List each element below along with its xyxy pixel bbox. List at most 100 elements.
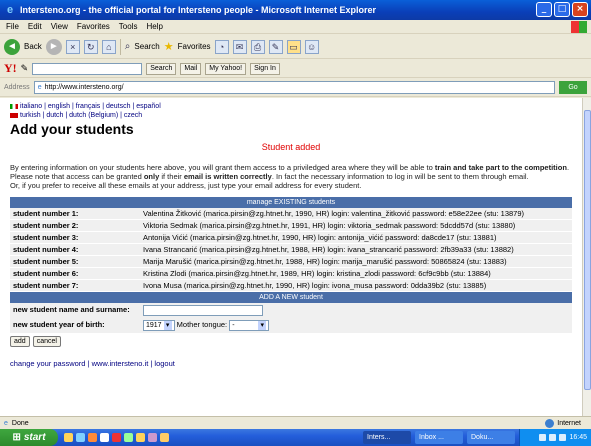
print-icon[interactable]: ⎙ bbox=[250, 39, 265, 54]
form-buttons: add cancel bbox=[10, 336, 572, 347]
refresh-icon[interactable]: ↻ bbox=[83, 39, 98, 54]
home-icon[interactable]: ⌂ bbox=[101, 39, 116, 54]
italy-flag-icon bbox=[10, 103, 18, 109]
quicklaunch-icon[interactable] bbox=[112, 433, 121, 442]
stop-icon[interactable]: × bbox=[65, 39, 80, 54]
go-button[interactable]: Go bbox=[559, 81, 587, 94]
intro-3: Or, if you prefer to receive all these e… bbox=[10, 181, 362, 190]
dropdown-arrow-icon: ▾ bbox=[258, 321, 267, 330]
birth-year-value: 1917 bbox=[146, 322, 162, 329]
site-link[interactable]: www.intersteno.it bbox=[92, 359, 149, 368]
student-label: student number 5: bbox=[10, 255, 140, 268]
my-yahoo-button[interactable]: My Yahoo! bbox=[205, 62, 247, 75]
student-name-input[interactable] bbox=[143, 305, 263, 316]
tray-icon[interactable] bbox=[549, 434, 557, 441]
menu-file[interactable]: File bbox=[6, 22, 19, 31]
change-password-link[interactable]: change your password bbox=[10, 359, 85, 368]
address-url: http://www.intersteno.org/ bbox=[44, 84, 124, 91]
task-intersteno[interactable]: Inters... bbox=[363, 431, 411, 444]
back-arrow-icon[interactable]: ◄ bbox=[4, 38, 20, 55]
logout-link[interactable]: logout bbox=[154, 359, 174, 368]
student-label: student number 1: bbox=[10, 208, 140, 220]
student-row: student number 1: Valentina Žitković (mar… bbox=[10, 208, 572, 220]
messenger-icon[interactable]: ☺ bbox=[304, 39, 319, 54]
yahoo-mail-button[interactable]: Mail bbox=[180, 62, 202, 75]
student-info: Kristina Zlodi (marica.pirsin@zg.htnet.h… bbox=[140, 267, 572, 280]
task-inbox[interactable]: Inbox ... bbox=[415, 431, 463, 444]
yahoo-signin-button[interactable]: Sign In bbox=[250, 62, 280, 75]
ie-window: e Intersteno.org - the official portal f… bbox=[0, 0, 591, 446]
status-message: Student added bbox=[261, 142, 321, 152]
search-label[interactable]: Search bbox=[134, 42, 159, 51]
yahoo-search-button[interactable]: Search bbox=[146, 62, 177, 75]
quicklaunch-icon[interactable] bbox=[136, 433, 145, 442]
maximize-button[interactable]: □ bbox=[554, 2, 570, 17]
menu-help[interactable]: Help bbox=[146, 22, 162, 31]
quicklaunch-icon[interactable] bbox=[88, 433, 97, 442]
search-icon[interactable]: ⌕ bbox=[125, 41, 131, 52]
pencil-icon[interactable]: ✎ bbox=[21, 63, 29, 74]
mail-icon[interactable]: ✉ bbox=[232, 39, 247, 54]
student-info: Ivana Strancarić (marica.pirsin@zg.htnet… bbox=[140, 243, 572, 256]
menu-favorites[interactable]: Favorites bbox=[77, 22, 110, 31]
add-button[interactable]: add bbox=[10, 336, 30, 347]
forward-arrow-icon[interactable]: ► bbox=[45, 38, 62, 55]
scrollbar-thumb[interactable] bbox=[584, 110, 591, 390]
tray-icon[interactable] bbox=[539, 434, 547, 441]
quicklaunch-icon[interactable] bbox=[64, 433, 73, 442]
zone-indicator: Internet bbox=[545, 418, 581, 428]
system-tray: 16:45 bbox=[519, 429, 591, 446]
yahoo-logo[interactable]: Y! bbox=[4, 61, 17, 76]
minimize-button[interactable]: _ bbox=[536, 2, 552, 17]
vertical-scrollbar[interactable] bbox=[582, 98, 591, 416]
mother-tongue-select[interactable]: - ▾ bbox=[229, 320, 270, 331]
menu-edit[interactable]: Edit bbox=[28, 22, 42, 31]
start-button[interactable]: ⊞ start bbox=[0, 429, 58, 446]
clock: 16:45 bbox=[569, 434, 587, 441]
folder-icon[interactable]: ▭ bbox=[286, 39, 301, 54]
student-label: student number 7: bbox=[10, 279, 140, 292]
intro-text: By entering information on your students… bbox=[10, 163, 572, 190]
quicklaunch-icon[interactable] bbox=[160, 433, 169, 442]
edit-icon[interactable]: ✎ bbox=[268, 39, 283, 54]
address-input[interactable]: e http://www.intersteno.org/ bbox=[33, 81, 555, 94]
yahoo-search-input[interactable] bbox=[32, 62, 143, 75]
birth-year-select[interactable]: 1917 ▾ bbox=[143, 320, 175, 331]
cancel-button[interactable]: cancel bbox=[32, 336, 61, 347]
student-row: student number 7: Ivona Musa (marica.pirs… bbox=[10, 279, 572, 292]
language-line-1[interactable]: italiano | english | français | deutsch … bbox=[10, 102, 572, 111]
quicklaunch-icon[interactable] bbox=[100, 433, 109, 442]
back-label[interactable]: Back bbox=[24, 42, 42, 51]
tray-icon[interactable] bbox=[559, 434, 567, 441]
language-line-2[interactable]: turkish | dutch | dutch (Belgium) | czec… bbox=[10, 111, 572, 120]
student-label: student number 3: bbox=[10, 231, 140, 244]
quicklaunch-icon[interactable] bbox=[76, 433, 85, 442]
status-bar: e Done Internet bbox=[0, 416, 591, 429]
student-label: student number 4: bbox=[10, 243, 140, 256]
menu-view[interactable]: View bbox=[51, 22, 68, 31]
quicklaunch-icon[interactable] bbox=[148, 433, 157, 442]
quicklaunch-icon[interactable] bbox=[124, 433, 133, 442]
name-label: new student name and surname: bbox=[13, 305, 130, 314]
tongue-label: Mother tongue: bbox=[176, 320, 228, 329]
student-row: student number 6: Kristina Zlodi (marica.… bbox=[10, 267, 572, 280]
menu-tools[interactable]: Tools bbox=[119, 22, 138, 31]
page-icon: e bbox=[37, 84, 42, 91]
turkey-flag-icon bbox=[10, 112, 18, 118]
title-bar[interactable]: e Intersteno.org - the official portal f… bbox=[0, 0, 591, 20]
history-icon[interactable]: ◔ bbox=[214, 39, 229, 54]
zone-text: Internet bbox=[557, 419, 581, 427]
task-doku[interactable]: Doku... bbox=[467, 431, 515, 444]
languages-row-1[interactable]: italiano | english | français | deutsch … bbox=[20, 103, 161, 110]
page-content: italiano | english | français | deutsch … bbox=[0, 98, 582, 416]
intro-1b: train and take part to the competition bbox=[434, 163, 567, 172]
standard-toolbar: ◄ Back ► × ↻ ⌂ ⌕ Search ★ Favorites ◔ ✉ … bbox=[0, 35, 591, 59]
close-button[interactable]: × bbox=[572, 2, 588, 17]
favorites-star-icon[interactable]: ★ bbox=[164, 40, 174, 53]
favorites-label[interactable]: Favorites bbox=[178, 42, 211, 51]
student-info: Viktoria Sedmak (marica.pirsin@zg.htnet.… bbox=[140, 219, 572, 232]
student-label: student number 2: bbox=[10, 219, 140, 232]
page-done-icon: e bbox=[4, 419, 8, 427]
student-info: Ivona Musa (marica.pirsin@zg.htnet.hr, 1… bbox=[140, 279, 572, 292]
languages-row-2[interactable]: turkish | dutch | dutch (Belgium) | czec… bbox=[20, 112, 142, 119]
